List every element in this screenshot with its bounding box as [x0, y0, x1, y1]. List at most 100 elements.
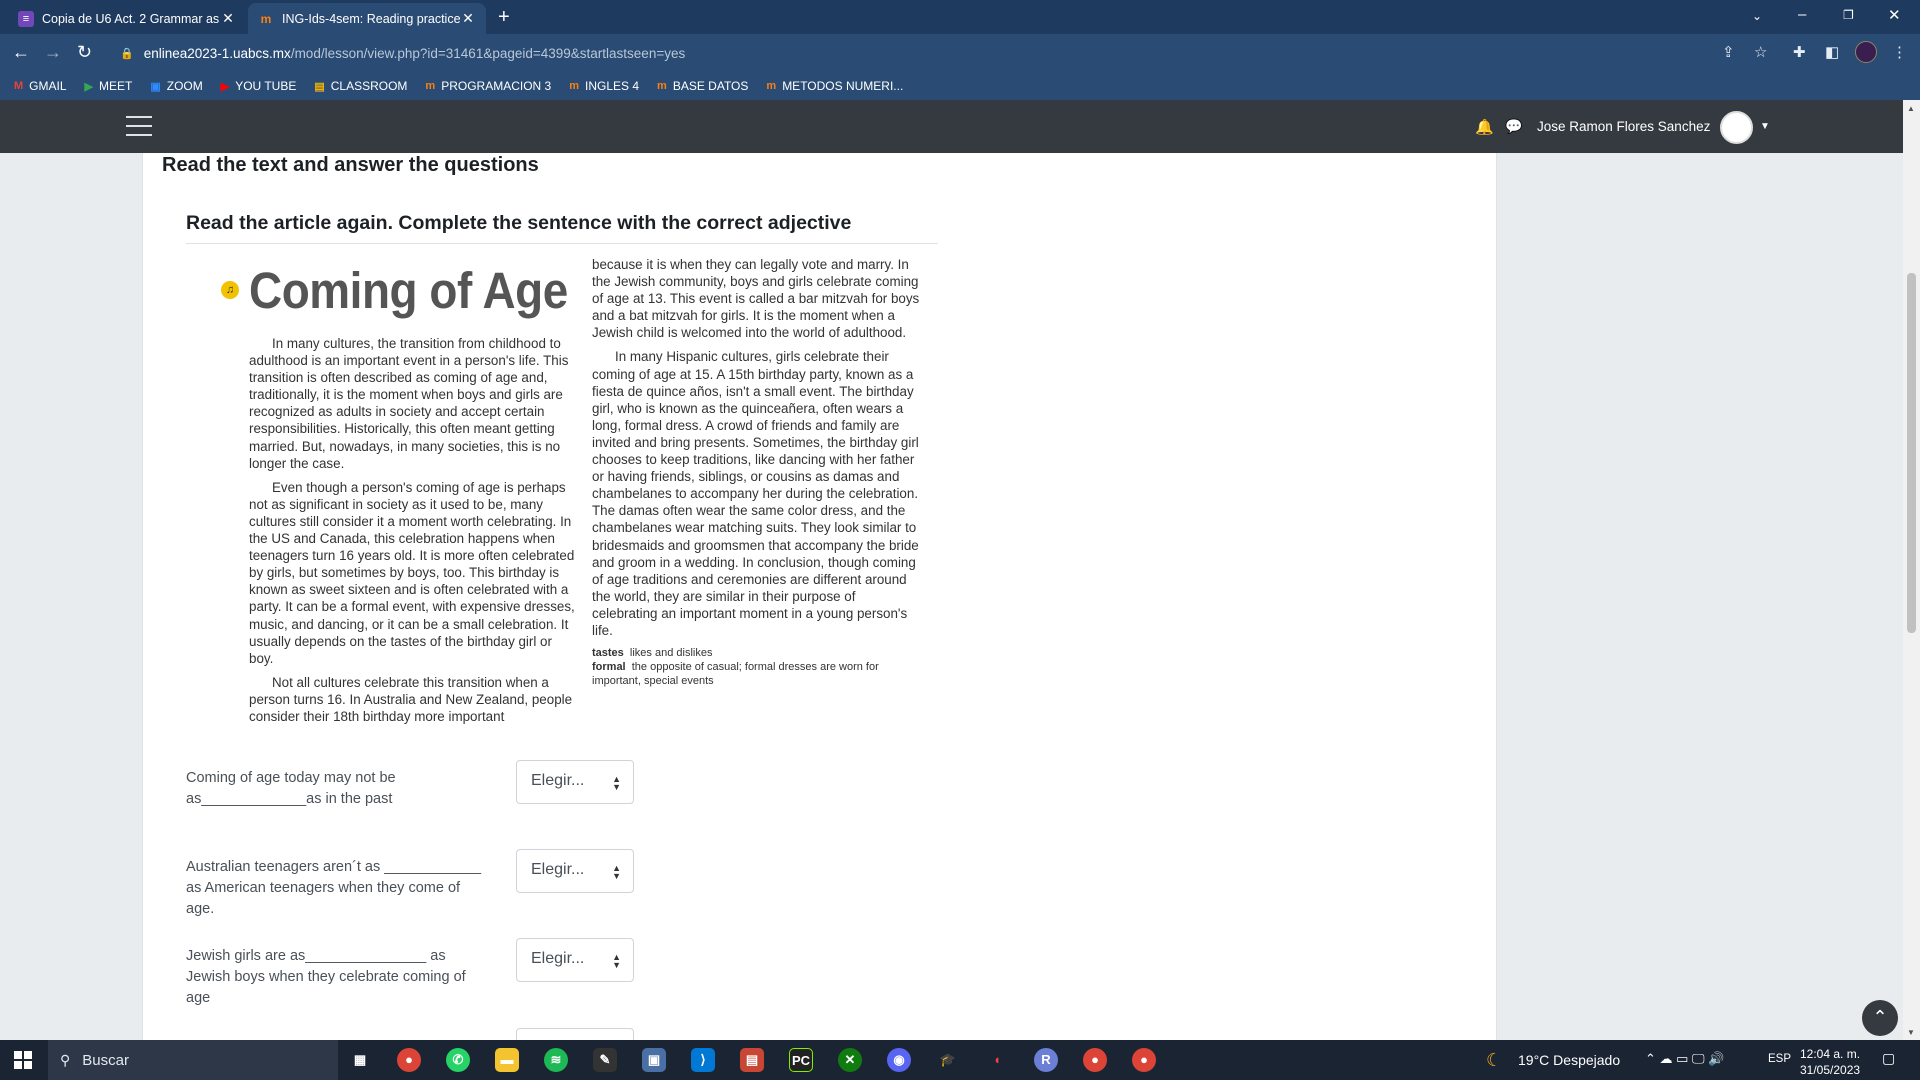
back-icon[interactable]: ← — [12, 42, 30, 63]
select-arrows-icon: ▲ ▼ — [612, 774, 621, 792]
chrome-icon[interactable]: ● — [1083, 1048, 1107, 1072]
user-avatar[interactable] — [1720, 111, 1753, 144]
scroll-down-icon[interactable]: ▼ — [1907, 1028, 1915, 1037]
article-column-right: because it is when they can legally vote… — [592, 256, 922, 688]
r-icon[interactable]: R — [1034, 1048, 1058, 1072]
chevron-down-icon[interactable]: ▼ — [1760, 121, 1770, 132]
article-title: Coming of Age — [249, 262, 568, 319]
bookmark-item[interactable]: ▶ MEET — [85, 79, 133, 93]
moodle-icon: m — [260, 11, 272, 26]
sheets-icon: ≡ — [18, 10, 34, 27]
bookmark-icon: m — [657, 80, 667, 92]
question-1-text: Coming of age today may not be as_______… — [186, 770, 396, 807]
bookmark-label: ZOOM — [166, 79, 203, 93]
tab-moodle[interactable]: m ING-Ids-4sem: Reading practice ✕ — [248, 3, 486, 34]
lock-icon: 🔒 — [120, 47, 134, 60]
xbox-icon[interactable]: ✕ — [838, 1048, 862, 1072]
close-icon[interactable]: ✕ — [220, 10, 236, 27]
bookmark-label: YOU TUBE — [235, 79, 297, 93]
tab-sheets[interactable]: ≡ Copia de U6 Act. 2 Grammar as... ✕ — [8, 3, 246, 34]
bookmarks-bar: M GMAIL ▶ MEET ▣ ZOOM ▶ YOU TUBE ▤ CLASSROOM m PROG… — [0, 72, 1920, 100]
page-scrollbar[interactable]: ▲ ▼ — [1903, 100, 1920, 1040]
windows-taskbar: ⚲ Buscar ▦ ● ✆ ▬ ≋ ✎ ▣ ⟩ ▤ PC ✕ ◉ 🎓 ◖ R … — [0, 1040, 1920, 1080]
tray-icons[interactable]: ⌃ ☁ ▭ 🖵 🔊 — [1645, 1051, 1724, 1067]
menu-icon[interactable]: ⋮ — [1892, 43, 1907, 61]
bookmark-item[interactable]: m INGLES 4 — [569, 79, 639, 93]
moodle-navbar: 🔔 💬 Jose Ramon Flores Sanchez ▼ — [0, 100, 1903, 153]
article-paragraph: In many cultures, the transition from ch… — [249, 336, 569, 471]
store-icon[interactable]: ▣ — [642, 1048, 666, 1072]
user-name[interactable]: Jose Ramon Flores Sanchez — [1537, 119, 1710, 134]
article-paragraph: because it is when they can legally vote… — [592, 257, 920, 341]
bookmark-item[interactable]: ▶ YOU TUBE — [221, 79, 297, 93]
profile-avatar[interactable] — [1855, 41, 1877, 63]
minimize-button[interactable]: – — [1798, 6, 1806, 23]
windows-start-icon[interactable] — [14, 1051, 32, 1069]
close-icon[interactable]: ✕ — [460, 10, 476, 27]
article-image: ♫ Coming of Age In many cultures, the tr… — [186, 256, 946, 746]
bookmark-item[interactable]: m PROGRAMACION 3 — [425, 79, 551, 93]
question-4-select[interactable] — [516, 1028, 634, 1040]
pycharm-icon[interactable]: PC — [789, 1048, 813, 1072]
audio-icon[interactable]: ♫ — [221, 281, 239, 299]
chrome-icon[interactable]: ● — [1132, 1048, 1156, 1072]
side-panel-icon[interactable]: ◧ — [1825, 43, 1839, 61]
address-bar-row: ← → ↻ 🔒 enlinea2023-1.uabcs.mx /mod/less… — [0, 34, 1920, 72]
forward-icon[interactable]: → — [44, 42, 62, 63]
question-3-select[interactable]: Elegir... ▲ ▼ — [516, 938, 634, 982]
bell-icon[interactable]: 🔔 — [1475, 118, 1494, 136]
drawing-app-icon[interactable]: ✎ — [593, 1048, 617, 1072]
spotify-icon[interactable]: ≋ — [544, 1048, 568, 1072]
task-view-icon[interactable]: ▦ — [348, 1048, 372, 1072]
weather-icon: ☾ — [1486, 1050, 1503, 1070]
bookmark-item[interactable]: ▣ ZOOM — [150, 79, 202, 93]
app-icon[interactable]: ▤ — [740, 1048, 764, 1072]
url-host: enlinea2023-1.uabcs.mx — [143, 45, 291, 61]
tab-search-icon[interactable]: ⌄ — [1752, 9, 1762, 23]
back-to-top-button[interactable]: ⌃ — [1862, 1000, 1898, 1036]
messages-icon[interactable]: 💬 — [1505, 118, 1522, 135]
extensions-icon[interactable]: ✚ — [1793, 43, 1806, 61]
window-close-button[interactable]: ✕ — [1888, 6, 1901, 24]
restore-button[interactable]: ❐ — [1843, 8, 1854, 22]
taskbar-clock[interactable]: 12:04 a. m. 31/05/2023 — [1800, 1046, 1860, 1078]
scrollbar-thumb[interactable] — [1907, 273, 1916, 633]
divider — [186, 243, 938, 244]
bookmark-item[interactable]: ▤ CLASSROOM — [314, 79, 407, 93]
vscode-icon[interactable]: ⟩ — [691, 1048, 715, 1072]
question-1-select[interactable]: Elegir... ▲ ▼ — [516, 760, 634, 804]
article-paragraph: Even though a person's coming of age is … — [249, 479, 575, 666]
glossary: tastes likes and dislikes formal the opp… — [592, 646, 922, 688]
article-column-left: In many cultures, the transition from ch… — [249, 335, 579, 732]
url-field[interactable]: 🔒 enlinea2023-1.uabcs.mx /mod/lesson/vie… — [106, 39, 1776, 67]
question-2-select[interactable]: Elegir... ▲ ▼ — [516, 849, 634, 893]
notifications-icon[interactable]: ▢ — [1882, 1050, 1895, 1067]
bookmark-label: PROGRAMACION 3 — [441, 79, 552, 93]
reload-icon[interactable]: ↻ — [77, 42, 92, 63]
education-app-icon[interactable]: 🎓 — [936, 1048, 960, 1072]
bookmark-item[interactable]: m METODOS NUMERI... — [766, 79, 903, 93]
bookmark-icon: M — [14, 80, 24, 92]
epic-app-icon[interactable]: ◖ — [985, 1048, 1009, 1072]
taskbar-search[interactable]: ⚲ Buscar — [48, 1040, 338, 1080]
bookmark-star-icon[interactable]: ☆ — [1754, 43, 1767, 61]
article-paragraph: In many Hispanic cultures, girls celebra… — [592, 349, 919, 638]
lesson-card: Read the text and answer the questions R… — [142, 153, 1497, 1040]
chrome-icon[interactable]: ● — [397, 1048, 421, 1072]
browser-tab-bar: ≡ Copia de U6 Act. 2 Grammar as... ✕ m I… — [0, 0, 1920, 34]
weather-text[interactable]: 19°C Despejado — [1518, 1052, 1620, 1068]
share-icon[interactable]: ⇪ — [1722, 43, 1735, 61]
bookmark-item[interactable]: m BASE DATOS — [657, 79, 748, 93]
hamburger-menu-icon[interactable] — [126, 116, 152, 136]
select-value: Elegir... — [531, 861, 585, 878]
whatsapp-icon[interactable]: ✆ — [446, 1048, 470, 1072]
scroll-up-icon[interactable]: ▲ — [1907, 104, 1915, 113]
bookmark-item[interactable]: M GMAIL — [14, 79, 67, 93]
file-explorer-icon[interactable]: ▬ — [495, 1048, 519, 1072]
clock-date: 31/05/2023 — [1800, 1063, 1861, 1077]
new-tab-button[interactable]: + — [498, 6, 510, 29]
language-indicator[interactable]: ESP — [1768, 1053, 1791, 1065]
bookmark-label: CLASSROOM — [330, 79, 408, 93]
question-2-text: Australian teenagers aren´t as _________… — [186, 859, 482, 917]
discord-icon[interactable]: ◉ — [887, 1048, 911, 1072]
